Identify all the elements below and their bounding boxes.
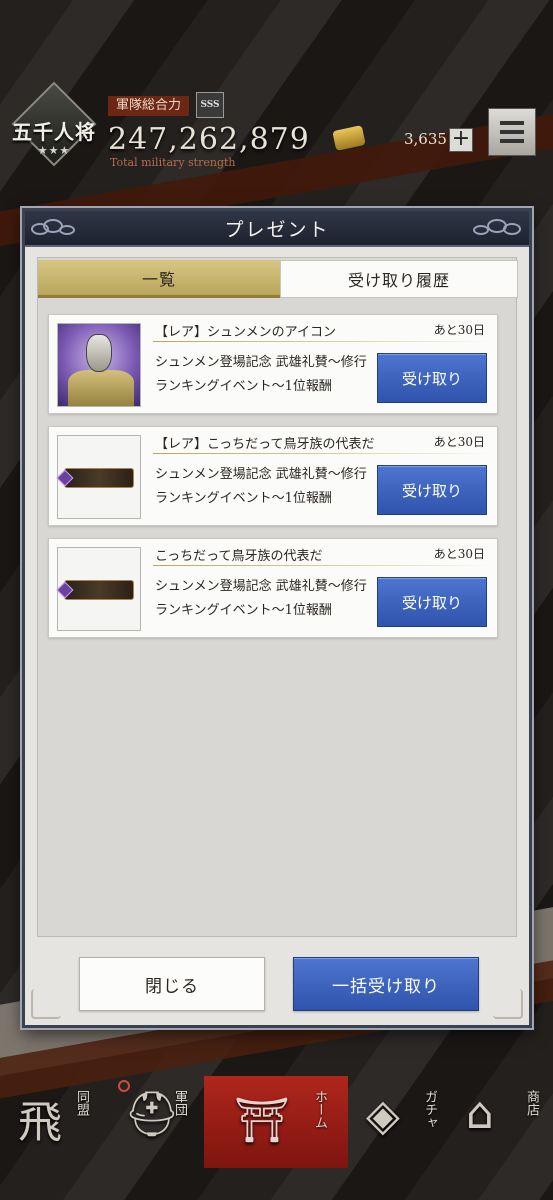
nav-item-gacha[interactable]: ◈ ガチャ bbox=[362, 1080, 452, 1160]
item-thumbnail bbox=[56, 547, 141, 631]
present-item: 【レア】シュンメンのアイコン あと30日 シュンメン登場記念 武雄礼賛～修行ラン… bbox=[48, 314, 498, 414]
close-button[interactable]: 閉じる bbox=[79, 957, 265, 1011]
grade-badge: SSS bbox=[196, 92, 224, 118]
divider bbox=[153, 453, 491, 454]
rank-emblem[interactable]: 五千人将 ★★★ bbox=[10, 81, 98, 174]
item-description: シュンメン登場記念 武雄礼賛～修行ランキングイベント～1位報酬 bbox=[155, 467, 367, 506]
nav-label: ホーム bbox=[312, 1090, 327, 1129]
present-item: 【レア】こっちだって鳥牙族の代表だ あと30日 シュンメン登場記念 武雄礼賛～修… bbox=[48, 426, 498, 526]
cloud-ornament-icon bbox=[473, 219, 523, 239]
nav-item-alliance[interactable]: 飛 同盟 bbox=[10, 1080, 100, 1160]
item-title: こっちだって鳥牙族の代表だ bbox=[155, 549, 323, 564]
nav-label: 商店 bbox=[524, 1090, 539, 1116]
present-dialog: プレゼント 一覧 受け取り履歴 【レア】シュンメンのアイコン あと30日 シュン… bbox=[22, 208, 532, 1028]
item-expire: あと30日 bbox=[433, 323, 485, 337]
claim-all-button[interactable]: 一括受け取り bbox=[293, 957, 479, 1011]
military-strength-sublabel: Total military strength bbox=[110, 156, 236, 169]
coin-count: 3,635 bbox=[404, 130, 447, 148]
item-description: シュンメン登場記念 武雄礼賛～修行ランキングイベント～1位報酬 bbox=[155, 579, 367, 618]
divider bbox=[153, 565, 491, 566]
diamond-crest-icon: ◈ bbox=[366, 1090, 400, 1141]
tab-list[interactable]: 一覧 bbox=[38, 260, 280, 298]
nav-item-legion[interactable]: ⛑ 軍団 bbox=[112, 1080, 202, 1160]
palace-icon: ⛩ bbox=[234, 1095, 290, 1146]
tab-history[interactable]: 受け取り履歴 bbox=[280, 260, 518, 298]
nav-item-shop[interactable]: ⌂ 商店 bbox=[462, 1080, 552, 1160]
dialog-title: プレゼント bbox=[224, 219, 330, 241]
item-thumbnail bbox=[57, 323, 141, 407]
claim-button[interactable]: 受け取り bbox=[377, 465, 487, 515]
claim-button[interactable]: 受け取り bbox=[377, 353, 487, 403]
present-item: こっちだって鳥牙族の代表だ あと30日 シュンメン登場記念 武雄礼賛～修行ランキ… bbox=[48, 538, 498, 638]
claim-button[interactable]: 受け取り bbox=[377, 577, 487, 627]
avatar-icon bbox=[58, 324, 140, 406]
military-strength-value: 247,262,879 bbox=[108, 122, 310, 157]
item-thumbnail bbox=[56, 435, 141, 519]
bottom-nav: 飛 同盟 ⛑ 軍団 ⛩ ホーム ◈ ガチャ ⌂ 商店 bbox=[0, 1062, 553, 1172]
shop-building-icon: ⌂ bbox=[466, 1088, 494, 1139]
nav-item-home[interactable]: ⛩ ホーム bbox=[220, 1080, 340, 1160]
rank-title: 五千人将 bbox=[12, 120, 96, 144]
corner-ornament-icon bbox=[31, 989, 61, 1019]
menu-button[interactable] bbox=[488, 108, 536, 156]
military-strength-label: 軍隊総合力 bbox=[108, 96, 190, 116]
item-title: 【レア】シュンメンのアイコン bbox=[155, 325, 336, 340]
divider bbox=[153, 341, 491, 342]
rank-stars: ★★★ bbox=[37, 144, 71, 157]
flying-kanji-icon: 飛 bbox=[18, 1097, 62, 1148]
title-plate-icon bbox=[56, 468, 134, 488]
corner-ornament-icon bbox=[493, 989, 523, 1019]
nav-label: 軍団 bbox=[172, 1090, 187, 1116]
add-coin-button[interactable]: + bbox=[449, 128, 473, 152]
item-description: シュンメン登場記念 武雄礼賛～修行ランキングイベント～1位報酬 bbox=[155, 355, 367, 394]
dialog-header: プレゼント bbox=[25, 211, 529, 247]
present-list-panel: 一覧 受け取り履歴 【レア】シュンメンのアイコン あと30日 シュンメン登場記念… bbox=[37, 257, 518, 937]
nav-label: ガチャ bbox=[422, 1090, 437, 1129]
title-plate-icon bbox=[56, 580, 134, 600]
nav-label: 同盟 bbox=[74, 1090, 89, 1116]
item-expire: あと30日 bbox=[433, 547, 485, 561]
hamburger-icon bbox=[500, 121, 524, 125]
item-title: 【レア】こっちだって鳥牙族の代表だ bbox=[155, 437, 375, 452]
item-expire: あと30日 bbox=[433, 435, 485, 449]
